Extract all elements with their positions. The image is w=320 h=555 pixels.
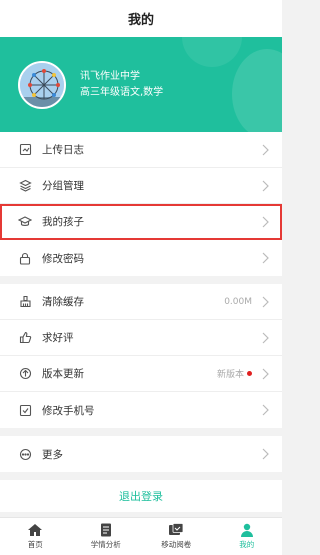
document-icon xyxy=(100,523,111,537)
tab-label: 我的 xyxy=(239,540,255,549)
chevron-right-icon xyxy=(262,448,269,460)
tab-analysis[interactable]: 学情分析 xyxy=(71,518,142,555)
red-dot-indicator xyxy=(247,371,252,376)
menu-item-label: 清除缓存 xyxy=(42,296,84,308)
more-icon xyxy=(18,447,32,461)
user-icon xyxy=(240,523,253,537)
tab-label: 学情分析 xyxy=(90,540,121,549)
upgrade-icon xyxy=(18,367,32,381)
profile-card[interactable]: 讯飞作业中学 高三年级语文,数学 xyxy=(0,37,282,132)
avatar[interactable] xyxy=(18,60,66,109)
menu-item-rate-app[interactable]: 求好评 xyxy=(0,320,282,356)
menu-item-label: 修改手机号 xyxy=(42,404,95,417)
tab-mobile-grading[interactable]: 移动阅卷 xyxy=(141,518,212,555)
home-icon xyxy=(28,524,43,536)
new-version-text: 新版本 xyxy=(216,370,244,380)
new-version-badge: 新版本 xyxy=(217,367,252,380)
menu-item-change-password[interactable]: 修改密码 xyxy=(0,240,282,276)
chevron-right-icon xyxy=(262,332,269,343)
menu-item-label: 修改密码 xyxy=(42,252,84,265)
decoration-circle xyxy=(182,37,242,67)
tab-label: 移动阅卷 xyxy=(161,540,192,549)
menu-item-label: 我的孩子 xyxy=(42,216,84,228)
upload-log-icon xyxy=(18,143,32,157)
grading-icon xyxy=(169,523,184,535)
graduation-cap-icon xyxy=(18,215,32,229)
settings-group-more: 更多 xyxy=(0,436,282,472)
chevron-right-icon xyxy=(262,252,269,264)
thumbs-up-icon xyxy=(18,331,32,345)
menu-item-my-children[interactable]: 我的孩子 xyxy=(0,204,282,240)
phone-edit-icon xyxy=(18,403,32,417)
layers-icon xyxy=(18,179,32,193)
lock-icon xyxy=(18,251,32,265)
menu-item-upload-log[interactable]: 上传日志 xyxy=(0,132,282,168)
menu-item-label: 版本更新 xyxy=(42,368,84,380)
menu-item-clear-cache[interactable]: 清除缓存 0.00M xyxy=(0,284,282,320)
chevron-right-icon xyxy=(262,368,269,379)
chevron-right-icon xyxy=(262,180,269,191)
menu-item-change-phone[interactable]: 修改手机号 xyxy=(0,392,282,428)
broom-icon xyxy=(18,295,32,309)
cache-size: 0.00M xyxy=(224,296,252,307)
chevron-right-icon xyxy=(262,216,269,227)
menu-item-label: 上传日志 xyxy=(42,144,84,156)
decoration-circle xyxy=(232,49,282,132)
page-title: 我的 xyxy=(0,0,282,37)
menu-item-group-management[interactable]: 分组管理 xyxy=(0,168,282,204)
chevron-right-icon xyxy=(262,144,269,155)
school-name: 讯飞作业中学 xyxy=(80,70,140,82)
settings-group-app: 清除缓存 0.00M 求好评 版本更新 新版本 修改手机号 xyxy=(0,284,282,428)
menu-item-version-update[interactable]: 版本更新 新版本 xyxy=(0,356,282,392)
chevron-right-icon xyxy=(262,404,269,416)
tab-label: 首页 xyxy=(27,540,43,549)
menu-item-label: 分组管理 xyxy=(42,180,84,192)
logout-button[interactable]: 退出登录 xyxy=(0,480,282,512)
grade-subjects: 高三年级语文,数学 xyxy=(80,86,164,98)
menu-item-label: 更多 xyxy=(42,448,63,461)
menu-item-label: 求好评 xyxy=(42,332,74,344)
settings-group-account: 上传日志 分组管理 我的孩子 修改密码 xyxy=(0,132,282,276)
tab-home[interactable]: 首页 xyxy=(0,518,71,555)
tab-mine[interactable]: 我的 xyxy=(212,518,283,555)
bottom-tab-bar: 首页 学情分析 移动阅卷 我的 xyxy=(0,517,282,555)
menu-item-more[interactable]: 更多 xyxy=(0,436,282,472)
chevron-right-icon xyxy=(262,296,269,307)
